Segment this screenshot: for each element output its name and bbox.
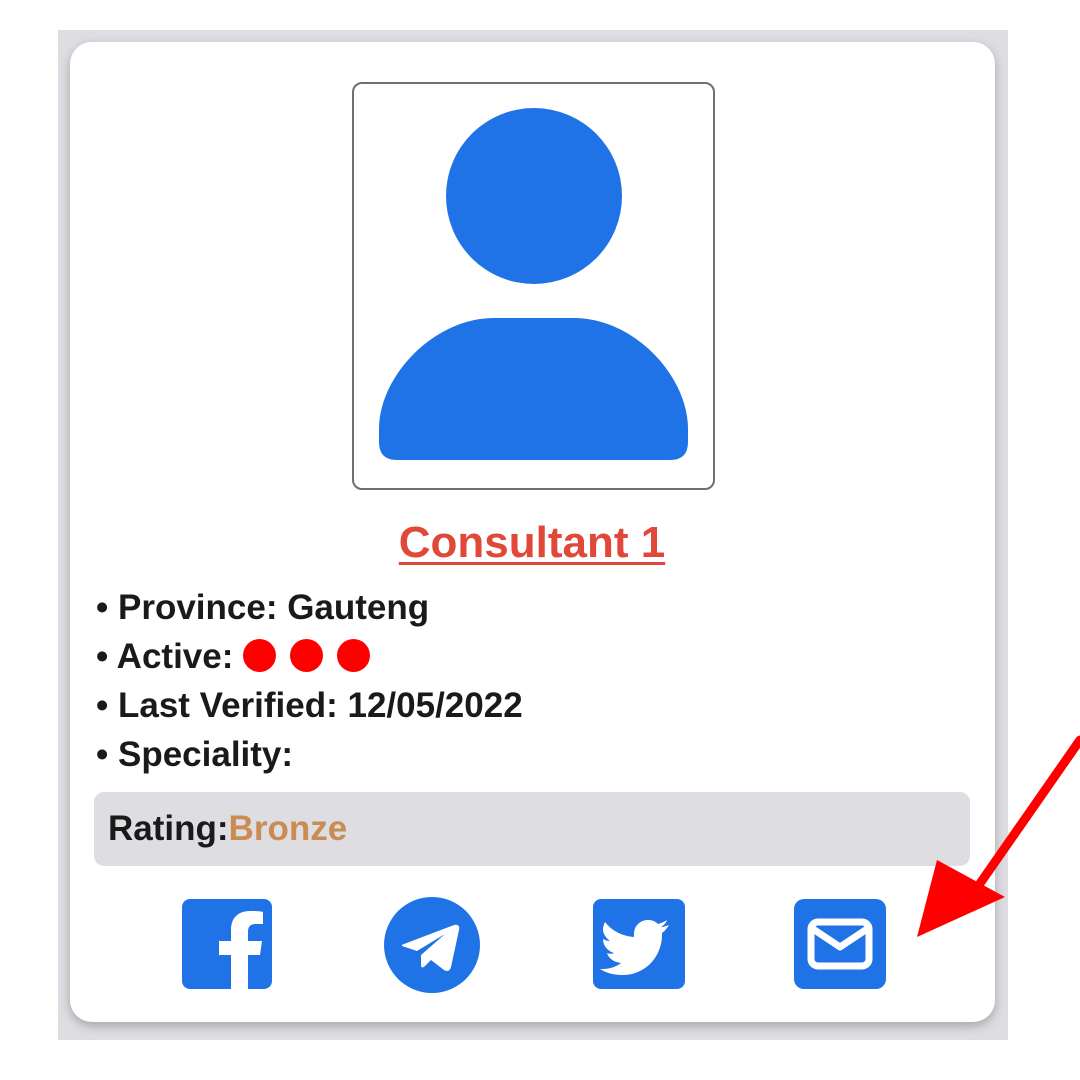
annotation-arrow [917, 735, 1080, 937]
